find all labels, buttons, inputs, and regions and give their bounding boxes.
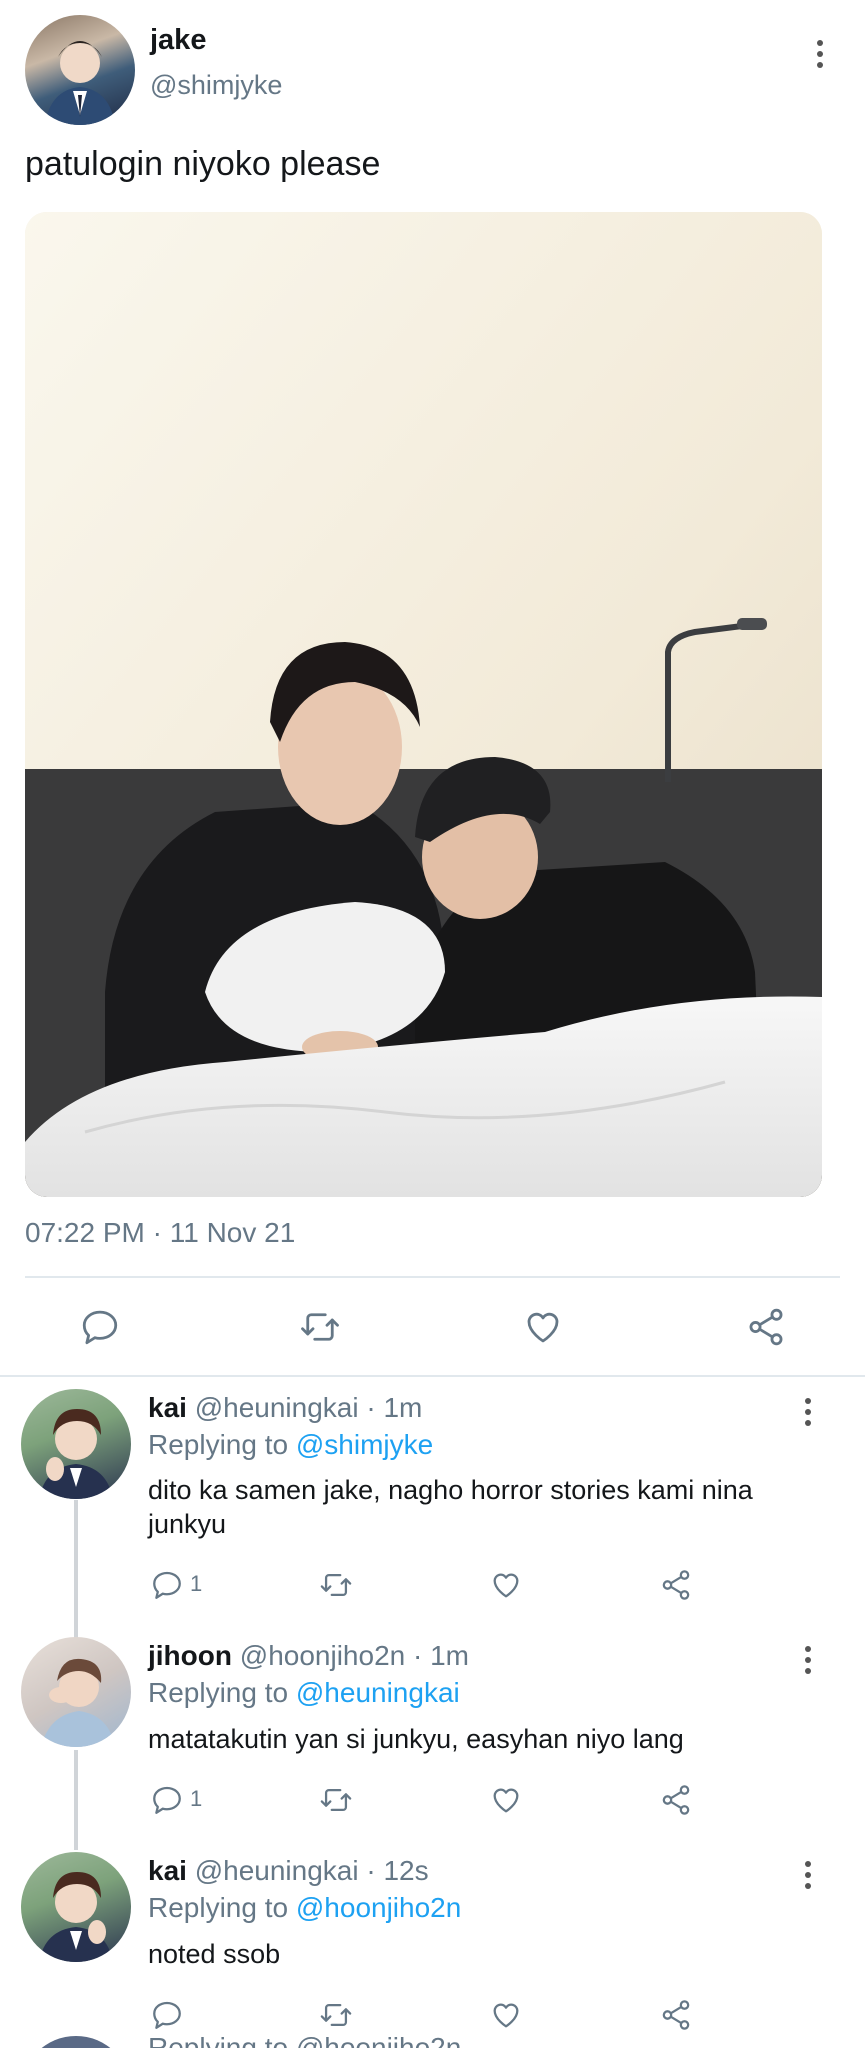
thread-line <box>74 1750 78 1850</box>
replying-to: Replying to @shimjyke <box>148 1429 434 1460</box>
more-vert-icon[interactable] <box>816 40 824 68</box>
share-icon[interactable] <box>744 1306 788 1348</box>
more-vert-icon[interactable] <box>804 1646 812 1674</box>
avatar[interactable] <box>21 1852 131 1962</box>
author-handle[interactable]: @shimjyke <box>150 70 282 101</box>
author-name[interactable]: jake <box>150 24 206 57</box>
like-icon[interactable] <box>488 1783 524 1817</box>
like-icon[interactable] <box>521 1306 565 1348</box>
reply-icon[interactable] <box>150 1998 184 2032</box>
replying-to-link[interactable]: @heuningkai <box>296 1677 460 1708</box>
reply-text: noted ssob <box>148 1939 281 1969</box>
reply-author-name[interactable]: jihoon <box>148 1640 232 1671</box>
reply-author-name[interactable]: kai <box>148 1392 187 1423</box>
reply-count: 1 <box>190 1786 203 1811</box>
like-icon[interactable] <box>488 1998 524 2032</box>
share-icon[interactable] <box>658 1998 694 2032</box>
avatar[interactable] <box>21 2036 131 2048</box>
partial-replying-text: Replying to @hoonjiho2n <box>148 2032 462 2048</box>
more-vert-icon[interactable] <box>804 1861 812 1889</box>
tweet-timestamp: 07:22 PM · 11 Nov 21 <box>25 1217 296 1248</box>
avatar[interactable] <box>21 1389 131 1499</box>
replying-to-link[interactable]: @shimjyke <box>296 1429 433 1460</box>
divider <box>0 1375 865 1377</box>
reply-icon[interactable] <box>79 1306 121 1348</box>
tweet-text: patulogin niyoko please <box>25 145 381 183</box>
reply-header: kai @heuningkai · 1m <box>148 1392 422 1424</box>
share-icon[interactable] <box>658 1568 694 1602</box>
reply-icon[interactable] <box>150 1568 184 1602</box>
author-avatar[interactable] <box>25 15 135 125</box>
tweet-photo[interactable] <box>25 212 822 1197</box>
replying-to: Replying to @heuningkai <box>148 1677 460 1708</box>
reply-author-handle[interactable]: @heuningkai · 1m <box>195 1392 423 1423</box>
replying-to-link[interactable]: @hoonjiho2n <box>296 1892 461 1923</box>
divider <box>25 1276 840 1278</box>
reply-author-handle[interactable]: @hoonjiho2n · 1m <box>240 1640 469 1671</box>
reply-count: 1 <box>190 1571 203 1596</box>
retweet-icon[interactable] <box>318 1998 354 2032</box>
reply-text: dito ka samen jake, nagho horror stories… <box>148 1475 753 1539</box>
like-icon[interactable] <box>488 1568 524 1602</box>
retweet-icon[interactable] <box>318 1568 354 1602</box>
share-icon[interactable] <box>658 1783 694 1817</box>
more-vert-icon[interactable] <box>804 1398 812 1426</box>
replying-to: Replying to @hoonjiho2n <box>148 1892 462 1923</box>
retweet-icon[interactable] <box>318 1783 354 1817</box>
reply-author-handle[interactable]: @heuningkai · 12s <box>195 1855 429 1886</box>
reply-header: jihoon @hoonjiho2n · 1m <box>148 1640 469 1672</box>
next-reply-partial: Replying to @hoonjiho2n <box>0 2030 865 2048</box>
reply-icon[interactable] <box>150 1783 184 1817</box>
retweet-icon[interactable] <box>298 1306 342 1348</box>
reply-author-name[interactable]: kai <box>148 1855 187 1886</box>
thread-line <box>74 1500 78 1640</box>
avatar[interactable] <box>21 1637 131 1747</box>
reply-header: kai @heuningkai · 12s <box>148 1855 429 1887</box>
reply-text: matatakutin yan si junkyu, easyhan niyo … <box>148 1724 684 1754</box>
